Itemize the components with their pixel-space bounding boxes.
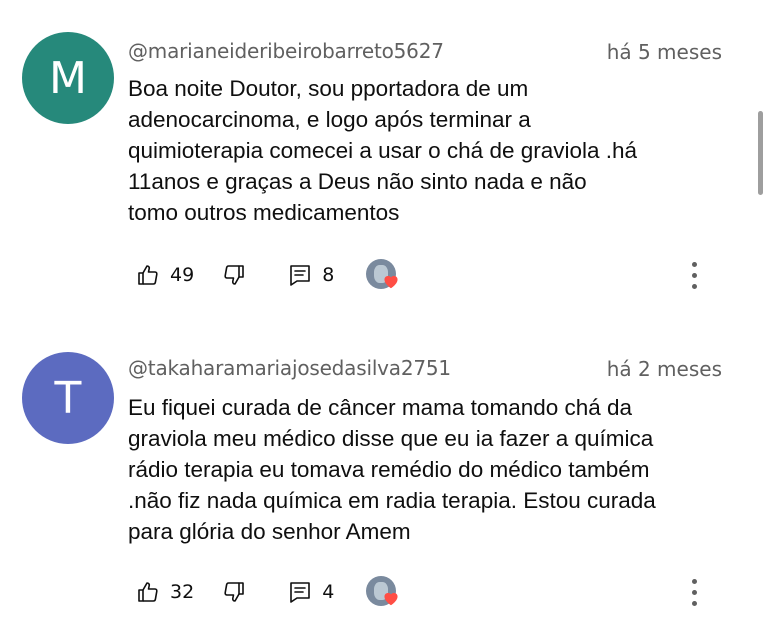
scrollbar[interactable] [758, 111, 763, 195]
dislike-button[interactable] [222, 580, 246, 604]
reply-button[interactable]: 8 [288, 263, 334, 287]
avatar[interactable]: T [22, 352, 114, 444]
avatar-letter: T [54, 372, 82, 424]
thumb-up-icon [138, 582, 158, 602]
creator-heart[interactable] [366, 574, 402, 610]
more-vert-icon [691, 578, 697, 584]
comment-timestamp[interactable]: há 2 meses [607, 357, 722, 381]
thumb-down-icon [224, 265, 244, 285]
reply-count: 8 [322, 264, 335, 286]
like-button[interactable]: 32 [136, 580, 194, 604]
like-button[interactable]: 49 [136, 263, 194, 287]
like-count: 32 [170, 581, 195, 603]
comment-actions: 32 4 [128, 572, 402, 612]
reply-count: 4 [322, 581, 335, 603]
comment-actions: 49 8 [128, 255, 402, 295]
dislike-button[interactable] [222, 263, 246, 287]
more-vert-icon [691, 261, 697, 267]
thumb-up-icon [138, 265, 158, 285]
thumb-down-icon [224, 582, 244, 602]
more-options-button[interactable] [686, 572, 702, 612]
comment-icon [290, 582, 310, 603]
comment-text: Eu fiquei curada de câncer mama tomando … [128, 395, 656, 544]
comment-icon [290, 265, 310, 286]
creator-heart-icon [384, 275, 398, 289]
comment-author[interactable]: @marianeideribeirobarreto5627 [128, 39, 444, 63]
comment-text: Boa noite Doutor, sou pportadora de um a… [128, 76, 638, 225]
comment-author[interactable]: @takaharamariajosedasilva2751 [128, 356, 451, 380]
comment-timestamp[interactable]: há 5 meses [607, 40, 722, 64]
creator-heart-icon [384, 592, 398, 606]
like-count: 49 [170, 264, 195, 286]
avatar-letter: M [49, 52, 87, 104]
creator-heart[interactable] [366, 257, 402, 293]
avatar[interactable]: M [22, 32, 114, 124]
more-options-button[interactable] [686, 255, 702, 295]
reply-button[interactable]: 4 [288, 580, 334, 604]
